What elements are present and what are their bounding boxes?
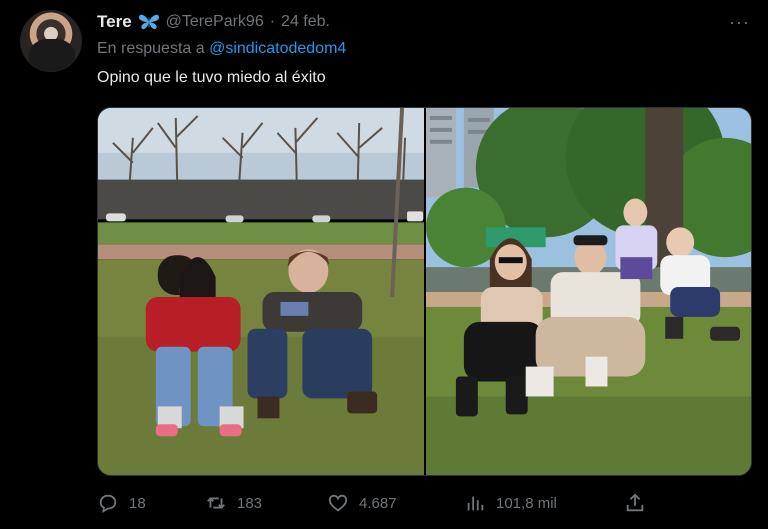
heart-icon [328,494,348,512]
separator-dot: · [269,13,276,30]
photo-two-people-on-grass[interactable] [98,108,424,475]
tweet-actions: 18 183 4.687 101,8 mil [97,492,657,520]
tweet-date[interactable]: 24 feb. [281,13,330,31]
retweet-button[interactable]: 183 [205,492,262,514]
display-name[interactable]: Tere [97,12,132,32]
butterfly-icon [138,13,160,31]
reply-mention-link[interactable]: @sindicatodedom4 [209,40,346,57]
like-button[interactable]: 4.687 [327,492,397,514]
views-chart-icon [467,496,484,511]
reply-count: 18 [129,494,146,512]
media-grid [97,107,752,476]
tweet-text: Opino que le tuvo miedo al éxito [97,69,326,86]
views-button[interactable]: 101,8 mil [464,492,557,514]
photo-family-on-grass[interactable] [426,108,751,475]
avatar[interactable] [20,10,82,72]
reply-context: En respuesta a @sindicatodedom4 [97,40,346,58]
like-count: 4.687 [359,494,397,512]
tweet-header: Tere @TerePark96 · 24 feb. [97,11,330,33]
retweet-count: 183 [237,494,263,512]
reply-button[interactable]: 18 [97,492,146,514]
user-handle[interactable]: @TerePark96 [166,13,264,31]
share-button[interactable] [624,492,646,514]
more-options-icon[interactable]: ··· [729,12,750,33]
reply-icon [99,494,117,514]
retweet-icon [207,497,225,509]
views-count: 101,8 mil [496,494,557,512]
reply-prefix: En respuesta a [97,40,205,57]
share-icon [626,493,644,512]
